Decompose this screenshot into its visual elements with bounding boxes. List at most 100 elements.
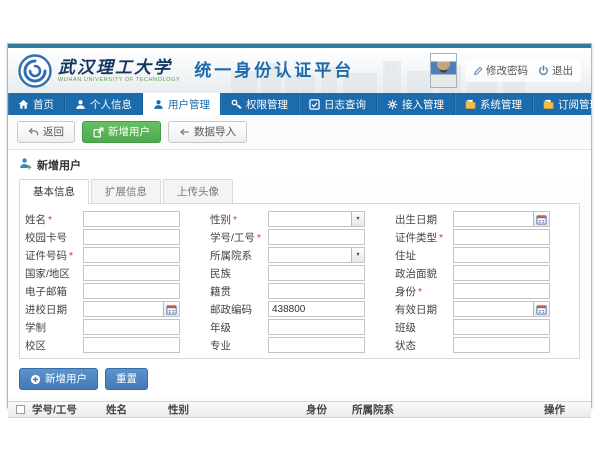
back-button[interactable]: 返回: [17, 121, 75, 143]
campus-input-group: [83, 337, 180, 353]
field-ethnicity: 民族: [210, 265, 389, 281]
user-avatar: [430, 53, 457, 88]
birth-date-input[interactable]: [454, 212, 533, 226]
gender-dropdown-button[interactable]: ▼: [351, 212, 364, 226]
back-arrow-icon: [28, 127, 39, 137]
major-input[interactable]: [269, 338, 364, 352]
field-id-number: 证件号码*: [25, 247, 204, 263]
department-dropdown-button[interactable]: ▼: [351, 248, 364, 262]
chevron-down-icon: ▼: [355, 252, 360, 258]
required-star: *: [439, 232, 443, 244]
nav-tab-label: 订阅管理: [558, 97, 600, 112]
select-all-checkbox[interactable]: [16, 405, 25, 414]
add-user-toolbar-button[interactable]: 新增用户: [82, 121, 161, 143]
student-id-input[interactable]: [269, 230, 364, 244]
gender-input[interactable]: [269, 212, 351, 226]
power-icon: [538, 65, 549, 76]
native-place-input[interactable]: [269, 284, 364, 298]
email-input[interactable]: [84, 284, 179, 298]
ethnicity-input[interactable]: [269, 266, 364, 280]
app-window: 武汉理工大学 WUHAN UNIVERSITY OF TECHNOLOGY 统一…: [7, 43, 592, 408]
valid-date-calendar-button[interactable]: [533, 302, 549, 316]
field-name: 姓名*: [25, 211, 204, 227]
enrollment-date-input[interactable]: [84, 302, 163, 316]
campus-card-no-input-group: [83, 229, 180, 245]
schooling-length-input[interactable]: [84, 320, 179, 334]
campus-card-no-label: 校园卡号: [25, 230, 83, 245]
field-major: 专业: [210, 337, 389, 353]
form-tab-extended-info[interactable]: 扩展信息: [91, 179, 161, 203]
field-id-type: 证件类型*: [395, 229, 574, 245]
address-input-group: [453, 247, 550, 263]
status-input[interactable]: [454, 338, 549, 352]
nav-tab-label: 用户管理: [168, 97, 210, 112]
folder-icon: [543, 99, 554, 110]
major-label: 专业: [210, 338, 268, 353]
gender-input-group: ▼: [268, 211, 365, 227]
enrollment-date-calendar-button[interactable]: [163, 302, 179, 316]
nav-tab-profile[interactable]: 个人信息: [65, 93, 143, 115]
country-region-input[interactable]: [84, 266, 179, 280]
birth-date-calendar-button[interactable]: [533, 212, 549, 226]
political-status-input-group: [453, 265, 550, 281]
app-header: 武汉理工大学 WUHAN UNIVERSITY OF TECHNOLOGY 统一…: [8, 48, 591, 93]
nav-tab-users[interactable]: 用户管理: [143, 93, 221, 115]
field-birth-date: 出生日期: [395, 211, 574, 227]
log-icon: [309, 99, 320, 110]
form-tab-upload-avatar[interactable]: 上传头像: [163, 179, 233, 203]
logout-label: 退出: [552, 63, 573, 78]
nav-tab-system[interactable]: 系统管理: [455, 93, 533, 115]
schooling-length-input-group: [83, 319, 180, 335]
campus-input[interactable]: [84, 338, 179, 352]
identity-input[interactable]: [454, 284, 549, 298]
header-user-area: 修改密码 退出: [430, 53, 581, 88]
user-links: 修改密码 退出: [465, 59, 581, 82]
grade-input[interactable]: [269, 320, 364, 334]
id-number-input[interactable]: [84, 248, 179, 262]
postal-code-input-group: [268, 301, 365, 317]
page-canvas: 武汉理工大学 WUHAN UNIVERSITY OF TECHNOLOGY 统一…: [0, 0, 600, 450]
form-tab-basic-info[interactable]: 基本信息: [19, 179, 89, 203]
department-input[interactable]: [269, 248, 351, 262]
id-type-input-group: [453, 229, 550, 245]
class-input[interactable]: [454, 320, 549, 334]
table-body-empty: [8, 418, 591, 432]
name-input[interactable]: [84, 212, 179, 226]
address-label: 住址: [395, 248, 453, 263]
nav-tab-subscription[interactable]: 订阅管理: [533, 93, 600, 115]
form-actions: 新增用户 重置: [8, 359, 591, 397]
major-input-group: [268, 337, 365, 353]
nav-tab-permissions[interactable]: 权限管理: [221, 93, 299, 115]
nav-tab-access[interactable]: 接入管理: [377, 93, 455, 115]
data-import-button[interactable]: 数据导入: [168, 121, 247, 143]
table-column-header: 身份: [304, 402, 350, 417]
political-status-input[interactable]: [454, 266, 549, 280]
field-grade: 年级: [210, 319, 389, 335]
identity-label: 身份*: [395, 284, 453, 299]
campus-card-no-input[interactable]: [84, 230, 179, 244]
table-column-header: 所属院系: [350, 402, 542, 417]
field-address: 住址: [395, 247, 574, 263]
logout-link[interactable]: 退出: [538, 63, 573, 78]
valid-date-label: 有效日期: [395, 302, 453, 317]
field-schooling-length: 学制: [25, 319, 204, 335]
nav-tab-home[interactable]: 首页: [8, 93, 65, 115]
change-password-link[interactable]: 修改密码: [473, 63, 528, 78]
name-label: 姓名*: [25, 212, 83, 227]
back-button-label: 返回: [43, 125, 64, 139]
add-user-toolbar-label: 新增用户: [108, 125, 150, 139]
submit-add-user-button[interactable]: 新增用户: [19, 368, 98, 390]
postal-code-input[interactable]: [269, 302, 364, 316]
id-type-input[interactable]: [454, 230, 549, 244]
ethnicity-input-group: [268, 265, 365, 281]
nav-tab-label: 权限管理: [246, 97, 288, 112]
class-label: 班级: [395, 320, 453, 335]
campus-label: 校区: [25, 338, 83, 353]
add-user-section-icon: [19, 157, 32, 173]
nav-tab-label: 个人信息: [90, 97, 132, 112]
reset-button[interactable]: 重置: [105, 368, 148, 390]
field-student-id: 学号/工号*: [210, 229, 389, 245]
nav-tab-logs[interactable]: 日志查询: [299, 93, 377, 115]
valid-date-input[interactable]: [454, 302, 533, 316]
address-input[interactable]: [454, 248, 549, 262]
